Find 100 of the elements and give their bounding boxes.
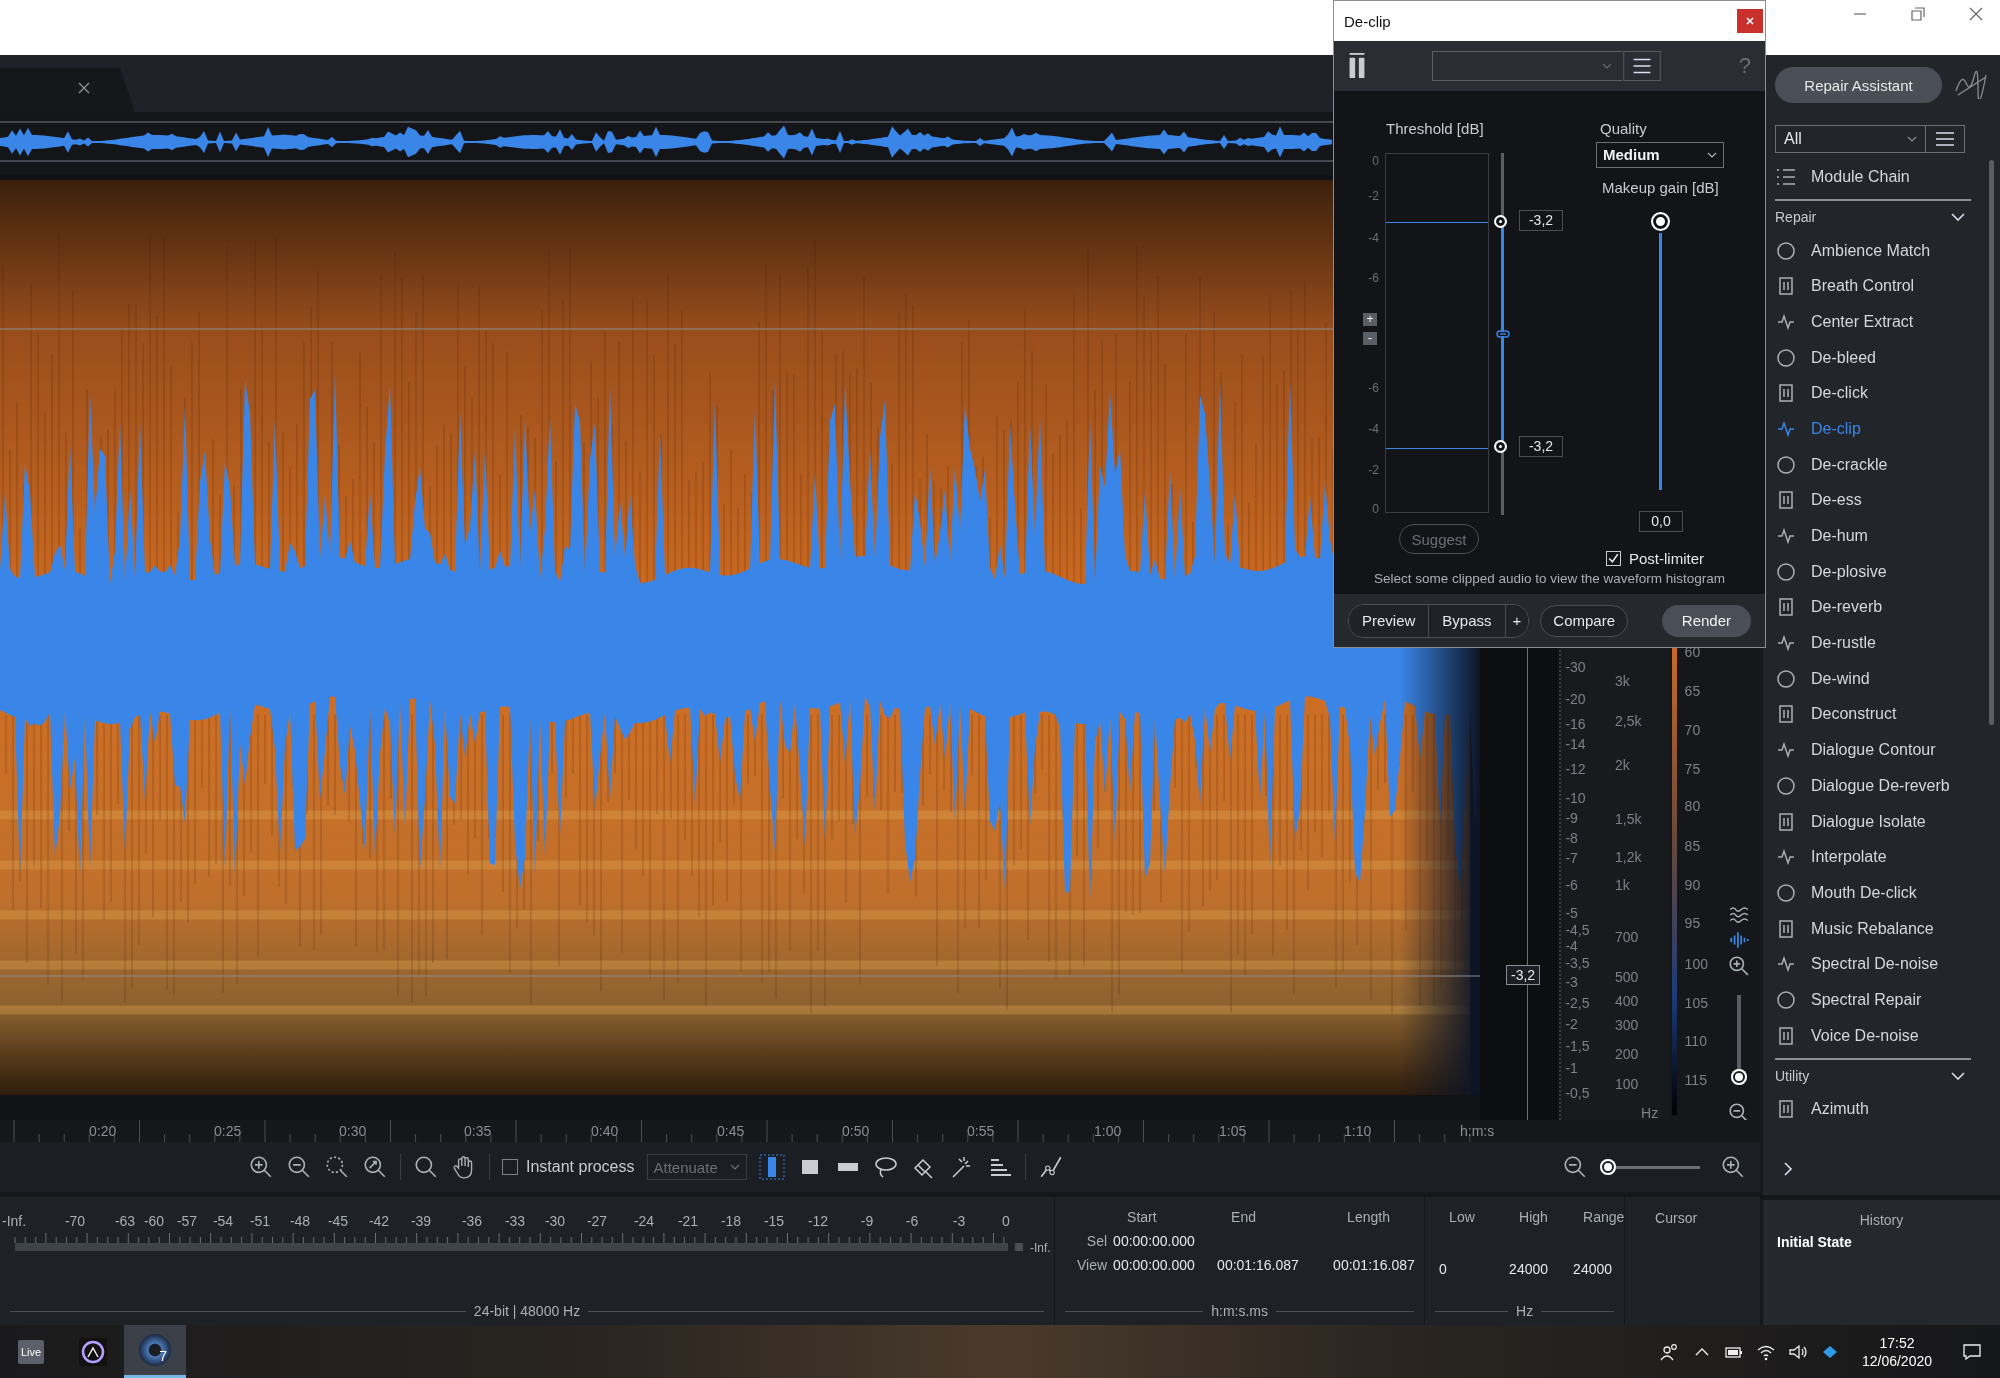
module-item[interactable]: Ambience Match [1775, 232, 1971, 269]
color-scale-label: 115 [1684, 1072, 1707, 1088]
db-scale-label: -3,5 [1565, 955, 1590, 971]
lower-threshold-value[interactable]: -3,2 [1519, 435, 1563, 457]
meter-scale-label: -51 [249, 1213, 271, 1229]
meter-scale-label: -27 [586, 1213, 608, 1229]
db-scale-label: -3 [1565, 974, 1578, 990]
time-ruler-label: 1:10 [1344, 1123, 1372, 1139]
zoom-out-icon[interactable] [1562, 1154, 1588, 1180]
zoom-out-icon[interactable] [286, 1154, 312, 1180]
db-scale-label: -16 [1565, 716, 1586, 732]
db-scale-label: -5 [1565, 905, 1578, 921]
db-scale-label: -1 [1565, 1060, 1578, 1076]
module-item[interactable]: Spectral De-noise [1775, 946, 1971, 983]
module-icon [1775, 453, 1797, 476]
waveform-view-icon[interactable] [1728, 929, 1751, 951]
module-item[interactable]: Dialogue Contour [1775, 732, 1971, 768]
frequency-value: 24000 [1573, 1261, 1614, 1277]
time-ruler-label: 0:50 [842, 1123, 870, 1139]
zoom-fit-icon[interactable] [362, 1154, 388, 1180]
threshold-axis-label: 0 [1372, 502, 1379, 516]
zoom-in-icon[interactable] [1728, 955, 1751, 977]
module-item[interactable]: Breath Control [1775, 268, 1971, 305]
quality-dropdown[interactable]: Medium [1596, 142, 1724, 168]
frequency-scale-label: 1,5k [1615, 811, 1642, 827]
makeup-gain-value[interactable]: 0,0 [1639, 511, 1683, 532]
dialog-button[interactable]: Preview [1349, 604, 1430, 637]
taskbar-app[interactable]: Live [0, 1325, 62, 1378]
zoom-selection-icon[interactable] [324, 1154, 350, 1180]
color-scale-label: 105 [1684, 995, 1708, 1011]
makeup-gain-slider[interactable] [1659, 232, 1662, 490]
render-button[interactable]: Render [1661, 604, 1751, 637]
module-item[interactable]: De-hum [1775, 518, 1971, 554]
module-item[interactable]: De-clip [1775, 411, 1971, 447]
module-item[interactable]: Azimuth [1775, 1091, 1971, 1128]
meter-scale-label: -36 [461, 1213, 483, 1229]
module-group-header[interactable]: Utility [1775, 1057, 1971, 1092]
time-value: 00:01:16.087 [1333, 1257, 1416, 1273]
module-item[interactable]: Center Extract [1775, 304, 1971, 340]
module-item[interactable]: Dialogue Isolate [1775, 803, 1971, 840]
close-icon[interactable] [1737, 9, 1763, 33]
dialog-button[interactable]: Bypass [1429, 604, 1506, 637]
row-label: View [1076, 1257, 1109, 1273]
menu-icon[interactable] [1925, 125, 1965, 153]
lasso-selection-icon[interactable] [872, 1154, 899, 1180]
module-item[interactable]: Mouth De-click [1775, 875, 1971, 911]
color-scale-label: 90 [1684, 877, 1701, 893]
meter-scale-label: -54 [212, 1213, 234, 1229]
post-limiter-checkbox[interactable] [1606, 551, 1621, 566]
module-chain-item[interactable]: Module Chain [1775, 159, 1971, 195]
caret-icon [1602, 63, 1612, 69]
zoom-in-icon[interactable] [1720, 1154, 1746, 1180]
clock-time[interactable]: 17:52 [1879, 1334, 1915, 1351]
post-limiter-label: Post-limiter [1629, 550, 1704, 567]
module-item[interactable]: De-plosive [1775, 553, 1971, 590]
module-item[interactable]: De-reverb [1775, 589, 1971, 626]
time-selection-icon[interactable] [758, 1154, 785, 1180]
threshold-zoom-button[interactable]: + [1363, 313, 1377, 326]
module-item[interactable]: De-bleed [1775, 339, 1971, 376]
zoom-in-icon[interactable] [248, 1154, 274, 1180]
notification-icon[interactable] [1962, 1341, 1982, 1362]
menu-icon[interactable] [1622, 51, 1662, 81]
db-scale-label: -2,5 [1565, 995, 1590, 1011]
db-scale-label: -20 [1565, 691, 1586, 707]
threshold-zoom-button[interactable]: - [1363, 332, 1377, 345]
module-item[interactable]: Deconstruct [1775, 696, 1971, 733]
module-filter-dropdown[interactable]: All [1775, 125, 1925, 153]
magnify-icon[interactable] [413, 1154, 439, 1180]
module-item[interactable]: Dialogue De-reverb [1775, 768, 1971, 804]
module-group-header[interactable]: Repair [1775, 198, 1971, 233]
slider-thumb[interactable] [1651, 211, 1670, 231]
repair-assistant-button[interactable]: Repair Assistant [1775, 67, 1942, 103]
module-item[interactable]: Spectral Repair [1775, 982, 1971, 1018]
close-icon[interactable] [78, 82, 90, 94]
time-unit: h:m:s.ms [1211, 1303, 1268, 1319]
meter-scale-label: 0 [1002, 1213, 1010, 1229]
module-item[interactable]: Interpolate [1775, 839, 1971, 876]
upper-threshold-value[interactable]: -3,2 [1519, 210, 1563, 231]
module-item[interactable]: De-wind [1775, 660, 1971, 697]
frequency-value: 24000 [1509, 1261, 1550, 1277]
meter-scale-label: -6 [905, 1213, 919, 1229]
history-item[interactable]: Initial State [1777, 1234, 1986, 1250]
compare-button[interactable]: Compare [1540, 604, 1629, 637]
instant-process-checkbox[interactable] [502, 1159, 518, 1175]
module-item[interactable]: De-click [1775, 375, 1971, 412]
dialog-button[interactable]: + [1505, 604, 1529, 637]
meter-scale-label: -9 [860, 1213, 874, 1229]
module-item[interactable]: De-ess [1775, 482, 1971, 519]
module-item[interactable]: Voice De-noise [1775, 1017, 1971, 1054]
module-item[interactable]: Music Rebalance [1775, 910, 1971, 947]
instant-process-label: Instant process [526, 1158, 635, 1176]
module-item[interactable]: De-rustle [1775, 625, 1971, 661]
link-icon[interactable] [1496, 330, 1510, 338]
restore-icon[interactable] [1908, 4, 1928, 24]
db-scale-label: -4,5 [1565, 922, 1590, 938]
clock-date[interactable]: 12/06/2020 [1861, 1352, 1932, 1369]
meter-scale-label: -30 [544, 1213, 566, 1229]
taskbar-app[interactable]: 7 [124, 1325, 186, 1378]
module-item[interactable]: De-crackle [1775, 446, 1971, 483]
people-icon[interactable] [1659, 1341, 1680, 1362]
